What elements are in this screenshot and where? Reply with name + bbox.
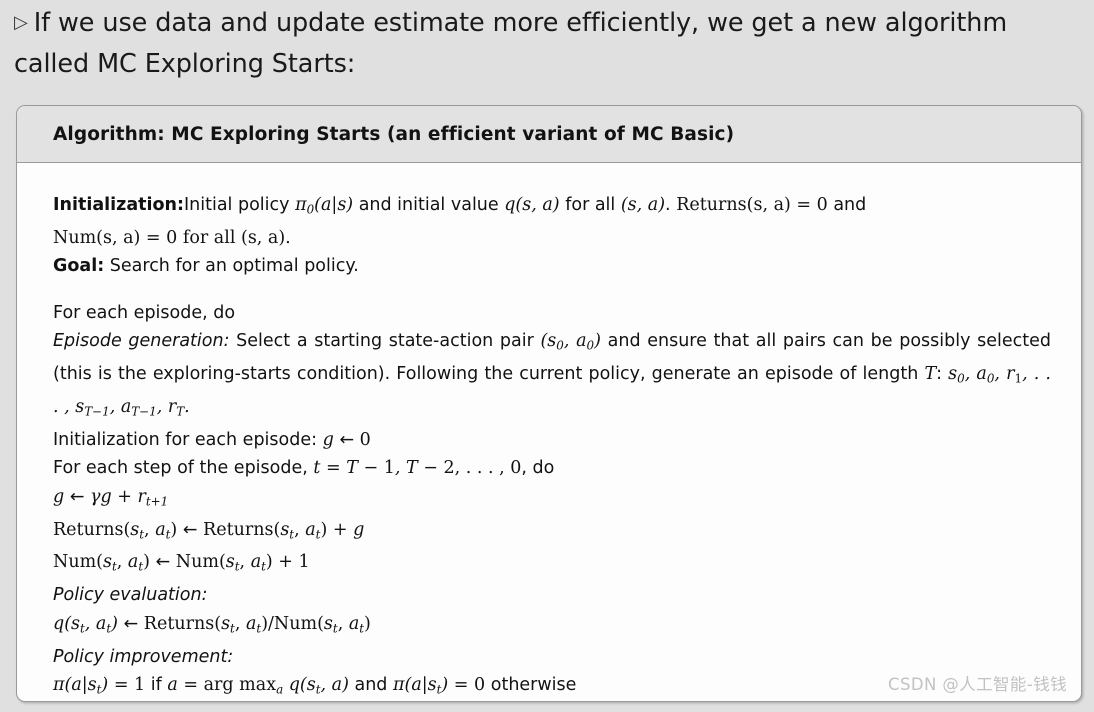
episode-generation-label: Episode generation:	[53, 331, 230, 352]
inner-loop-range: t = T − 1, T − 2, . . . , 0	[313, 458, 522, 479]
algorithm-box-body: Initialization:Initial policy π0(a|s) an…	[17, 163, 1081, 702]
intro-bullet-paragraph: ▷ If we use data and update estimate more…	[14, 2, 1080, 85]
q-update-expr: q(st, at) ← Returns(st, at)/Num(st, at)	[53, 613, 371, 636]
outer-loop-line: For each episode, do	[53, 302, 236, 323]
goal-block: Goal: Search for an optimal policy.	[53, 252, 1051, 281]
episode-generation-block: Episode generation: Select a starting st…	[53, 327, 1051, 425]
episode-init-label: Initialization for each episode:	[53, 429, 318, 450]
goal-text: Search for an optimal policy.	[109, 256, 359, 277]
returns-init: Returns(s, a) = 0	[676, 195, 828, 215]
episode-init-line: Initialization for each episode: g ← 0	[53, 426, 1051, 455]
num-update-expr: Num(st, at) ← Num(st, at) + 1	[53, 552, 310, 574]
g-update-expr: g ← γg + rt+1	[53, 486, 169, 509]
num-update-line: Num(st, at) ← Num(st, at) + 1	[53, 548, 1051, 581]
g-update-line: g ← γg + rt+1	[53, 483, 1051, 516]
inner-loop-suffix: , do	[521, 458, 555, 479]
num-init: Num(s, a) = 0 for all (s, a).	[53, 227, 291, 248]
policy-improvement-text: Policy improvement:	[53, 646, 234, 667]
q-sa: q(s, a)	[504, 195, 560, 215]
initialization-block: Initialization:Initial policy π0(a|s) an…	[53, 191, 1051, 224]
policy-improvement-label: Policy improvement:	[53, 643, 1051, 672]
triangle-bullet-icon: ▷	[14, 12, 28, 33]
algorithm-box: Algorithm: MC Exploring Starts (an effic…	[16, 105, 1082, 702]
algorithm-box-header: Algorithm: MC Exploring Starts (an effic…	[17, 106, 1081, 163]
episode-generation-text-a: Select a starting state-action pair	[236, 331, 541, 352]
episode-length-T: T	[924, 364, 937, 385]
episode-init-assign: g ← 0	[322, 429, 371, 450]
initialization-label: Initialization:	[53, 195, 184, 215]
goal-label: Goal:	[53, 256, 105, 277]
start-pair: (s0, a0)	[540, 331, 601, 353]
init-text-e: and	[827, 195, 867, 215]
sa-pair: (s, a)	[620, 195, 666, 215]
intro-text: If we use data and update estimate more …	[14, 8, 1008, 79]
pi-update-expr: π(a|st) = 1 if a = arg maxa q(st, a) and…	[53, 675, 577, 697]
returns-update-expr: Returns(st, at) ← Returns(st, at) + g	[53, 519, 365, 541]
policy-evaluation-label: Policy evaluation:	[53, 581, 1051, 610]
initialization-line2: Num(s, a) = 0 for all (s, a).	[53, 224, 1051, 253]
init-text-a: Initial policy	[183, 195, 296, 215]
q-update-line: q(st, at) ← Returns(st, at)/Num(st, at)	[53, 610, 1051, 643]
returns-update-line: Returns(st, at) ← Returns(st, at) + g	[53, 516, 1051, 549]
init-text-c: for all	[559, 195, 621, 215]
policy-evaluation-text: Policy evaluation:	[53, 585, 208, 606]
init-text-d: .	[665, 195, 677, 215]
episode-colon: :	[936, 364, 949, 385]
init-text-b: and initial value	[353, 195, 505, 215]
slide-root: ▷ If we use data and update estimate more…	[0, 0, 1094, 712]
policy-pi0: π0(a|s)	[295, 195, 354, 217]
csdn-watermark: CSDN @人工智能-钱钱	[888, 675, 1067, 694]
algorithm-title: Algorithm: MC Exploring Starts (an effic…	[53, 123, 735, 145]
inner-loop-prefix: For each step of the episode,	[53, 458, 314, 479]
inner-loop-line: For each step of the episode, t = T − 1,…	[53, 454, 1051, 483]
